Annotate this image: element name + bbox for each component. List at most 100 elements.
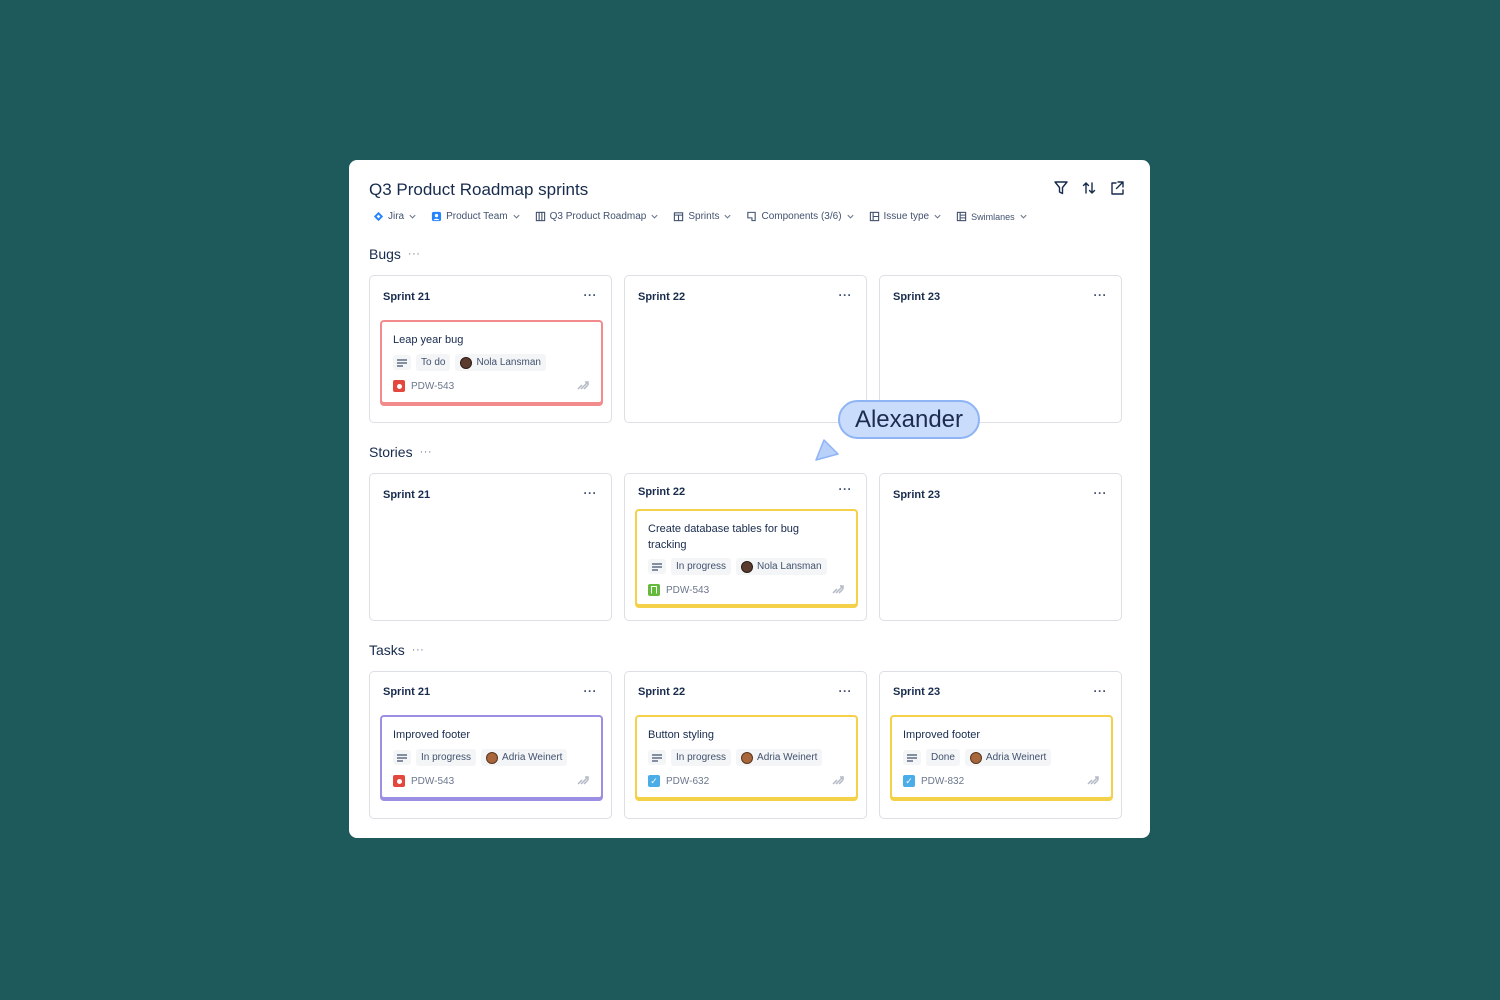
assignee-pill[interactable]: Adria Weinert bbox=[736, 749, 823, 766]
board-title: Q3 Product Roadmap sprints bbox=[369, 180, 589, 199]
card-title: Button styling bbox=[648, 729, 715, 741]
drag-handle-icon[interactable] bbox=[1086, 774, 1100, 786]
assignee-pill[interactable]: Adria Weinert bbox=[964, 749, 1052, 766]
assignee-pill[interactable]: Adria Weinert bbox=[481, 749, 568, 766]
column-bugs-sprint-22: Sprint 22 ··· bbox=[624, 275, 867, 423]
column-more-button[interactable]: ··· bbox=[1094, 684, 1108, 698]
toolbar-sprints[interactable]: Sprints bbox=[673, 211, 732, 222]
collaborator-cursor-label: Alexander bbox=[838, 400, 980, 439]
toolbar-swimlanes-label: Swimlanes bbox=[971, 211, 1015, 222]
column-title: Sprint 22 bbox=[638, 291, 686, 303]
column-more-button[interactable]: ··· bbox=[1094, 486, 1108, 500]
toolbar-components[interactable]: Components (3/6) bbox=[746, 211, 854, 222]
column-stories-sprint-21: Sprint 21 ··· bbox=[369, 473, 612, 621]
card-title: Improved footer bbox=[393, 729, 471, 741]
column-stories-sprint-23: Sprint 23 ··· bbox=[879, 473, 1122, 621]
column-more-button[interactable]: ··· bbox=[584, 288, 598, 302]
issue-key: PDW-832 bbox=[921, 775, 965, 787]
status-pill[interactable]: In progress bbox=[671, 558, 732, 575]
swimlane-more-button[interactable]: ··· bbox=[420, 446, 433, 458]
status-pill[interactable]: In progress bbox=[416, 749, 477, 766]
avatar bbox=[741, 751, 754, 764]
column-more-button[interactable]: ··· bbox=[839, 482, 853, 496]
chevron-down-icon bbox=[724, 214, 732, 219]
assignee-pill[interactable]: Nola Lansman bbox=[736, 558, 827, 575]
card-meta: In progress Adria Weinert bbox=[648, 749, 823, 766]
open-external-icon[interactable] bbox=[1110, 180, 1124, 196]
card-key: ✓ PDW-632 bbox=[648, 775, 709, 787]
issue-card[interactable]: Create database tables for bug tracking … bbox=[635, 509, 858, 606]
swimlane-bugs-header: Bugs ··· bbox=[369, 246, 420, 262]
team-icon bbox=[432, 211, 442, 222]
issue-key: PDW-543 bbox=[411, 775, 455, 787]
column-more-button[interactable]: ··· bbox=[839, 288, 853, 302]
status-pill[interactable]: To do bbox=[416, 354, 451, 371]
toolbar-team[interactable]: Product Team bbox=[431, 211, 521, 222]
card-key: PDW-543 bbox=[393, 380, 454, 392]
swimlane-title: Tasks bbox=[369, 642, 405, 658]
status-pill[interactable]: Done bbox=[926, 749, 960, 766]
issue-card[interactable]: Leap year bug To do Nola Lansman PDW-543 bbox=[380, 320, 603, 404]
drag-handle-icon[interactable] bbox=[831, 583, 845, 595]
sort-icon[interactable] bbox=[1082, 180, 1096, 196]
column-title: Sprint 23 bbox=[893, 489, 941, 501]
description-icon bbox=[903, 750, 921, 765]
issue-type-icon bbox=[869, 211, 879, 222]
drag-handle-icon[interactable] bbox=[576, 379, 590, 391]
column-stories-sprint-22: Sprint 22 ··· Create database tables for… bbox=[624, 473, 867, 621]
card-meta: Done Adria Weinert bbox=[903, 749, 1052, 766]
issue-key: PDW-543 bbox=[666, 584, 710, 596]
status-pill[interactable]: In progress bbox=[671, 749, 732, 766]
issue-card[interactable]: Improved footer Done Adria Weinert ✓ PDW… bbox=[890, 715, 1113, 799]
sprint-icon bbox=[674, 212, 684, 222]
description-icon bbox=[648, 750, 666, 765]
assignee-name: Adria Weinert bbox=[985, 752, 1047, 763]
column-more-button[interactable]: ··· bbox=[584, 486, 598, 500]
avatar bbox=[460, 356, 473, 369]
card-key: PDW-543 bbox=[648, 584, 709, 596]
assignee-name: Nola Lansman bbox=[476, 357, 541, 368]
assignee-name: Nola Lansman bbox=[757, 561, 822, 572]
column-tasks-sprint-21: Sprint 21 ··· Improved footer In progres… bbox=[369, 671, 612, 819]
drag-handle-icon[interactable] bbox=[576, 774, 590, 786]
bug-icon bbox=[393, 380, 405, 392]
issue-card[interactable]: Button styling In progress Adria Weinert… bbox=[635, 715, 858, 799]
toolbar-jira[interactable]: Jira bbox=[373, 211, 417, 222]
swimlane-stories-header: Stories ··· bbox=[369, 444, 432, 460]
board-panel: Q3 Product Roadmap sprints Jira Product … bbox=[349, 160, 1150, 838]
column-more-button[interactable]: ··· bbox=[1094, 288, 1108, 302]
component-icon bbox=[747, 211, 757, 222]
chevron-down-icon bbox=[846, 214, 854, 219]
issue-card[interactable]: Improved footer In progress Adria Weiner… bbox=[380, 715, 603, 799]
column-more-button[interactable]: ··· bbox=[584, 684, 598, 698]
swimlane-tasks-header: Tasks ··· bbox=[369, 642, 424, 658]
card-key: ✓ PDW-832 bbox=[903, 775, 964, 787]
swimlane-more-button[interactable]: ··· bbox=[412, 644, 425, 656]
assignee-pill[interactable]: Nola Lansman bbox=[455, 354, 546, 371]
column-title: Sprint 22 bbox=[638, 486, 686, 498]
toolbar-swimlanes[interactable]: Swimlanes bbox=[956, 211, 1028, 222]
toolbar-board[interactable]: Q3 Product Roadmap bbox=[535, 211, 660, 222]
column-more-button[interactable]: ··· bbox=[839, 684, 853, 698]
toolbar-sprints-label: Sprints bbox=[688, 211, 720, 222]
toolbar-issue-type[interactable]: Issue type bbox=[869, 211, 943, 222]
board-icon bbox=[535, 211, 545, 222]
avatar bbox=[741, 560, 754, 573]
column-tasks-sprint-23: Sprint 23 ··· Improved footer Done Adria… bbox=[879, 671, 1122, 819]
column-title: Sprint 21 bbox=[383, 686, 431, 698]
chevron-down-icon bbox=[1020, 214, 1027, 219]
column-title: Sprint 21 bbox=[383, 291, 431, 303]
issue-key: PDW-632 bbox=[666, 775, 710, 787]
bug-icon bbox=[393, 775, 405, 787]
toolbar-board-label: Q3 Product Roadmap bbox=[549, 211, 647, 222]
assignee-name: Adria Weinert bbox=[757, 752, 818, 763]
avatar bbox=[969, 751, 982, 764]
avatar bbox=[486, 751, 499, 764]
board-actions bbox=[1054, 180, 1124, 196]
task-icon: ✓ bbox=[648, 775, 660, 787]
story-icon bbox=[648, 584, 660, 596]
drag-handle-icon[interactable] bbox=[831, 774, 845, 786]
description-icon bbox=[648, 559, 666, 574]
filter-icon[interactable] bbox=[1054, 180, 1068, 196]
swimlane-more-button[interactable]: ··· bbox=[408, 248, 421, 260]
